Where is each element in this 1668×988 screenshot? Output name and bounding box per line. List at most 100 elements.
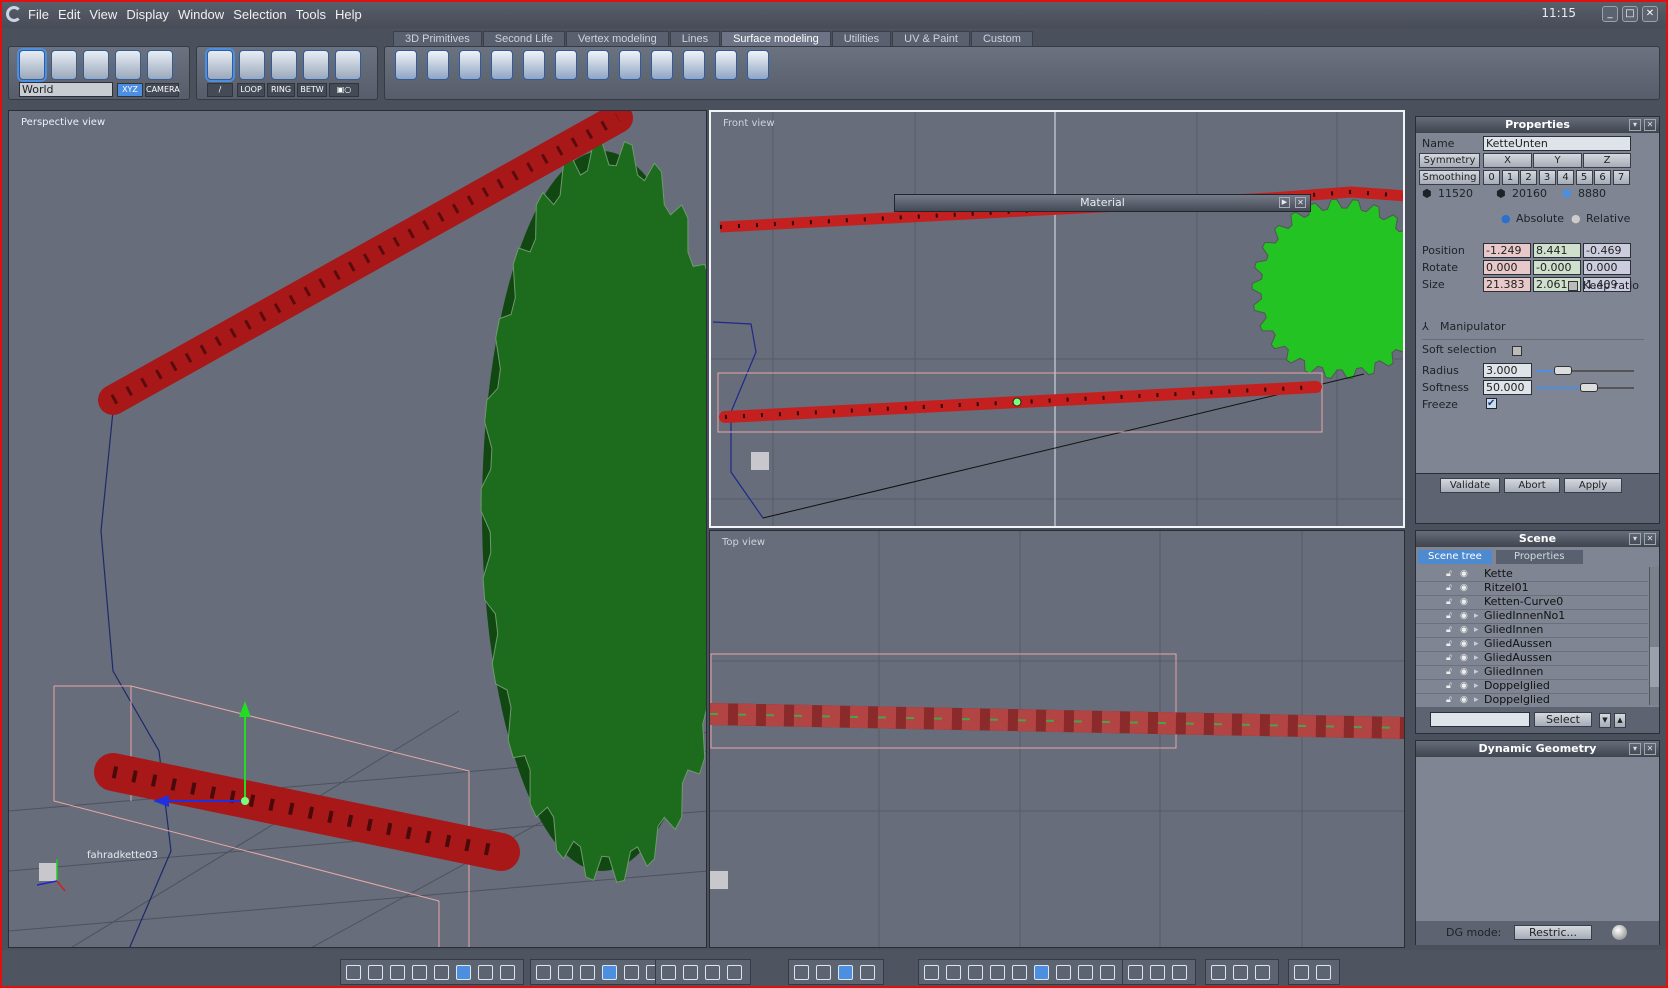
smoothing-level-4[interactable]: 4 — [1557, 170, 1574, 185]
radius-slider[interactable] — [1536, 366, 1634, 375]
expand-arrow-icon[interactable]: ▸ — [1474, 637, 1479, 651]
keep-ratio-checkbox[interactable] — [1568, 281, 1578, 291]
display-button-icon[interactable] — [624, 965, 639, 980]
smoothing-level-6[interactable]: 6 — [1594, 170, 1611, 185]
vertex-mode-icon[interactable] — [303, 50, 329, 80]
menu-selection[interactable]: Selection — [233, 7, 286, 22]
tab-custom[interactable]: Custom — [970, 31, 1033, 47]
smoothing-level-0[interactable]: 0 — [1483, 170, 1500, 185]
name-field[interactable]: KetteUnten — [1483, 136, 1631, 151]
softness-slider[interactable] — [1536, 383, 1634, 392]
shading-button-icon[interactable] — [924, 965, 939, 980]
scene-tree-item[interactable]: 🔓︎ ◉ Ketten-Curve0 — [1416, 595, 1648, 610]
scene-tree-item[interactable]: 🔓︎ ◉ ▸ GliedAussen — [1416, 637, 1648, 652]
scene-tree-item[interactable]: 🔓︎ ◉ ▸ Doppelglied — [1416, 679, 1648, 694]
eye-icon[interactable]: ◉ — [1460, 595, 1468, 609]
display-button-icon[interactable] — [558, 965, 573, 980]
select-tool-icon[interactable] — [19, 50, 45, 80]
symmetry-y[interactable]: Y — [1533, 153, 1582, 168]
menu-tools[interactable]: Tools — [296, 7, 326, 22]
apply-button[interactable]: Apply — [1564, 478, 1622, 493]
shading-button-icon[interactable] — [1034, 965, 1049, 980]
scene-tree-item[interactable]: 🔓︎ ◉ ▸ GliedInnenNo1 — [1416, 609, 1648, 624]
edge-mode-icon[interactable] — [271, 50, 297, 80]
gear-tool-icon[interactable] — [747, 50, 769, 80]
smoothing-level-1[interactable]: 1 — [1501, 170, 1519, 185]
select-button[interactable]: Select — [1534, 712, 1592, 727]
eye-icon[interactable]: ◉ — [1460, 637, 1468, 651]
expand-arrow-icon[interactable]: ▸ — [1474, 679, 1479, 693]
rect-lasso-icon[interactable]: ▣○ — [329, 83, 359, 97]
misc-button-icon[interactable] — [1255, 965, 1270, 980]
rotate-z-field[interactable]: 0.000 — [1583, 260, 1631, 275]
sweep-tool-icon[interactable] — [491, 50, 513, 80]
eye-icon[interactable]: ◉ — [1460, 609, 1468, 623]
shading-button-icon[interactable] — [990, 965, 1005, 980]
scene-tree-item[interactable]: 🔓︎ ◉ ▸ GliedInnen — [1416, 623, 1648, 638]
maximize-button[interactable]: □ — [1622, 6, 1638, 22]
menu-file[interactable]: File — [28, 7, 49, 22]
symmetry-x[interactable]: X — [1483, 153, 1532, 168]
material-dialog[interactable]: Material ▶ ✕ — [894, 194, 1311, 212]
scene-tree-item[interactable]: 🔓︎ ◉ ▸ GliedAussen — [1416, 651, 1648, 666]
perspective-viewport[interactable]: Perspective view fahradkette03 — [8, 110, 707, 948]
misc-button-icon[interactable] — [1233, 965, 1248, 980]
expand-arrow-icon[interactable]: ▸ — [1474, 651, 1479, 665]
view-nav-button-icon[interactable] — [683, 965, 698, 980]
layout-button-icon[interactable] — [346, 965, 361, 980]
xyz-button[interactable]: XYZ — [117, 83, 143, 97]
validate-button[interactable]: Validate — [1440, 478, 1500, 493]
expand-arrow-icon[interactable]: ▸ — [1474, 623, 1479, 637]
smoothing-level-5[interactable]: 5 — [1575, 170, 1593, 185]
lock-icon[interactable]: 🔓︎ — [1446, 623, 1452, 637]
rotate-tool-icon[interactable] — [51, 50, 77, 80]
eye-icon[interactable]: ◉ — [1460, 693, 1468, 705]
layout-button-icon[interactable] — [478, 965, 493, 980]
dg-mode-select[interactable]: Restric... — [1514, 925, 1592, 940]
collapse-icon[interactable]: ▾ — [1629, 119, 1641, 131]
eye-icon[interactable]: ◉ — [1460, 567, 1468, 581]
shading-button-icon[interactable] — [1012, 965, 1027, 980]
lathe-tool-icon[interactable] — [427, 50, 449, 80]
render-button-icon[interactable] — [1128, 965, 1143, 980]
shading-button-icon[interactable] — [1078, 965, 1093, 980]
move-up-icon[interactable]: ▲ — [1614, 713, 1626, 728]
soft-selection-checkbox[interactable] — [1512, 346, 1522, 356]
lock-icon[interactable]: 🔓︎ — [1446, 567, 1452, 581]
expand-arrow-icon[interactable]: ▸ — [1474, 693, 1479, 705]
display-button-icon[interactable] — [580, 965, 595, 980]
dg-status-icon[interactable] — [1612, 925, 1627, 940]
close-icon[interactable]: ✕ — [1295, 197, 1306, 208]
layout-button-icon[interactable] — [412, 965, 427, 980]
pivot-point[interactable] — [1012, 397, 1022, 407]
shading-button-icon[interactable] — [946, 965, 961, 980]
loft-tool-icon[interactable] — [683, 50, 705, 80]
lock-icon[interactable]: 🔓︎ — [1446, 595, 1452, 609]
camera-button[interactable]: CAMERA — [145, 83, 180, 97]
eye-icon[interactable]: ◉ — [1460, 651, 1468, 665]
rotate-x-field[interactable]: 0.000 — [1483, 260, 1531, 275]
freeze-checkbox[interactable]: ✔ — [1486, 398, 1497, 409]
lock-icon[interactable]: 🔓︎ — [1446, 581, 1452, 595]
display-button-icon[interactable] — [602, 965, 617, 980]
close-button[interactable]: ✕ — [1642, 6, 1658, 22]
misc-button-icon[interactable] — [1211, 965, 1226, 980]
manipulator-button-icon[interactable] — [838, 965, 853, 980]
collapse-icon[interactable]: ▾ — [1629, 533, 1641, 545]
eye-icon[interactable]: ◉ — [1460, 581, 1468, 595]
tab-lines[interactable]: Lines — [669, 31, 721, 47]
revolve-tool-icon[interactable] — [395, 50, 417, 80]
lock-icon[interactable]: 🔓︎ — [1446, 609, 1452, 623]
sprocket-gear[interactable] — [1251, 198, 1405, 380]
collapse-icon[interactable]: ▾ — [1629, 743, 1641, 755]
lock-icon[interactable]: 🔓︎ — [1446, 637, 1452, 651]
tab-uv-paint[interactable]: UV & Paint — [892, 31, 970, 47]
relative-radio[interactable]: ● — [1571, 212, 1581, 225]
select-input[interactable] — [1430, 712, 1530, 727]
scene-tree-item[interactable]: 🔓︎ ◉ ▸ GliedInnen — [1416, 665, 1648, 680]
manipulator-button-icon[interactable] — [816, 965, 831, 980]
view-nav-button-icon[interactable] — [661, 965, 676, 980]
expand-icon[interactable]: ▶ — [1279, 197, 1290, 208]
eye-icon[interactable]: ◉ — [1460, 623, 1468, 637]
front-viewport[interactable]: Front view Material ▶ ✕ — [709, 110, 1405, 528]
